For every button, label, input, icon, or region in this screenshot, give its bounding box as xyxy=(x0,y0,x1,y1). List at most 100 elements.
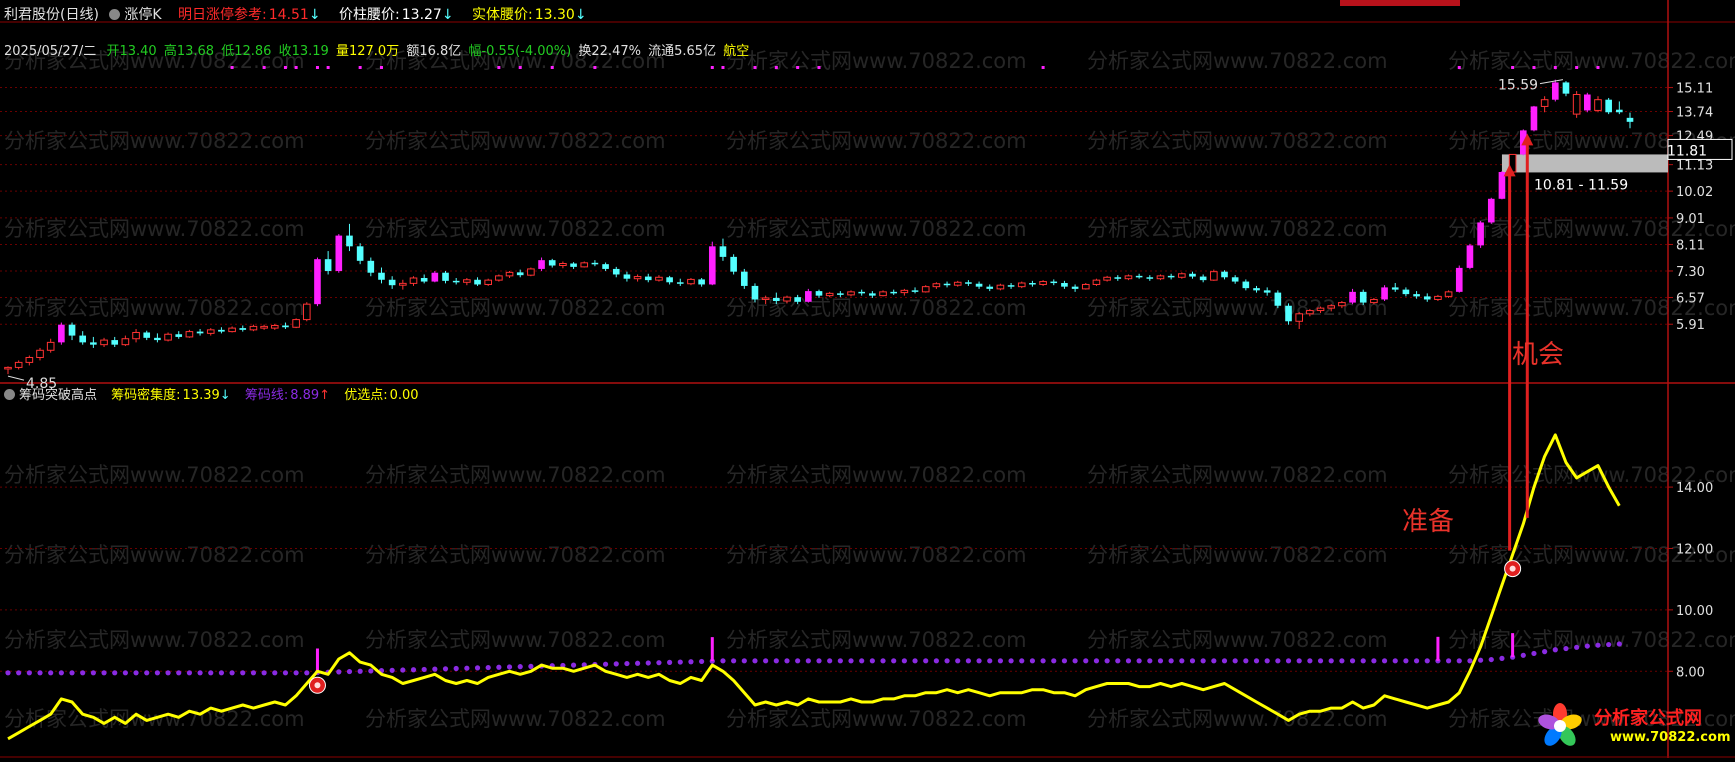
quote-info-bar: 2025/05/27/二 开13.40 高13.68 低12.86 收13.19… xyxy=(4,40,752,59)
chip-line-dot xyxy=(1147,658,1153,664)
candle-body xyxy=(1189,273,1196,277)
candle-body xyxy=(1306,310,1314,315)
chip-line-dot xyxy=(1552,647,1558,653)
chip-line-dot xyxy=(1072,658,1078,664)
candle-body xyxy=(1285,305,1292,322)
candle-body xyxy=(58,324,65,343)
signal-dot xyxy=(1511,66,1515,69)
watermark-text: 分析家公式网www.70822.com xyxy=(365,463,666,487)
watermark-text: 分析家公式网www.70822.com xyxy=(365,129,666,153)
price-tick-label: 11.13 xyxy=(1676,159,1713,174)
candle-body xyxy=(452,280,460,283)
chip-line-dot xyxy=(848,658,854,664)
chip-line-dot xyxy=(48,670,54,676)
candle-body xyxy=(858,291,865,294)
watermark-text: 分析家公式网www.70822.com xyxy=(726,49,1027,73)
candle-body xyxy=(1253,288,1260,291)
chart-canvas: 分析家公式网www.70822.com 分析家公式网www.70822.com 分析… xyxy=(0,0,1735,758)
amount-value: 16.8亿 xyxy=(419,44,462,59)
candle-body xyxy=(282,325,289,328)
candle-body xyxy=(378,272,385,280)
chip-line-dot xyxy=(432,666,438,672)
watermark-text: 分析家公式网www.70822.com xyxy=(365,296,666,320)
chip-line-dot xyxy=(1456,658,1462,664)
signal-dot xyxy=(721,66,725,69)
change-value: -0.55(-4.00%) xyxy=(481,44,572,59)
high-label: 高 xyxy=(163,44,177,59)
chip-line-dot xyxy=(186,670,193,676)
candle-body xyxy=(25,356,34,363)
candle-body xyxy=(420,277,428,282)
window-close-strip[interactable] xyxy=(1340,0,1460,6)
candle-body xyxy=(324,259,332,271)
signal-dot xyxy=(1553,66,1557,69)
formula-selector[interactable]: 涨停K xyxy=(109,7,167,23)
chip-line-dot xyxy=(368,668,374,674)
chip-line-dot xyxy=(1051,658,1057,664)
candle-body xyxy=(68,324,76,336)
dropdown-circle-icon[interactable] xyxy=(4,389,15,400)
chip-line-dot xyxy=(869,658,875,664)
signal-marker-core xyxy=(314,682,321,689)
chip-line-dot xyxy=(901,658,907,664)
candle-body xyxy=(1530,106,1538,131)
candle-body xyxy=(1466,245,1474,268)
watermark-text: 分析家公式网www.70822.com xyxy=(726,628,1027,652)
indicator-selector[interactable]: 筹码突破高点 xyxy=(4,388,102,403)
candle-body xyxy=(1178,273,1186,278)
chip-line-dot xyxy=(122,670,128,676)
watermark-text: 分析家公式网www.70822.com xyxy=(726,217,1027,241)
candle-body xyxy=(1605,99,1612,113)
signal-dot xyxy=(710,66,714,69)
candle-body xyxy=(1338,302,1346,307)
chip-line-dot xyxy=(688,659,694,665)
candle-body xyxy=(1594,99,1602,111)
dropdown-circle-icon[interactable] xyxy=(109,9,121,20)
chip-line-dot xyxy=(1339,658,1345,664)
chip-line-dot xyxy=(1093,658,1100,664)
candle-body xyxy=(1167,275,1175,278)
chip-line-dot xyxy=(293,670,299,676)
chip-line-dot xyxy=(741,658,747,664)
chip-line-dot xyxy=(26,670,32,676)
chip-line-dot xyxy=(912,658,918,664)
candle-body xyxy=(1050,281,1058,284)
signal-dot xyxy=(1041,66,1045,69)
candle-body xyxy=(698,279,705,285)
chip-line-dot xyxy=(987,658,993,664)
candle-body xyxy=(121,338,130,346)
candle-body xyxy=(890,291,898,294)
candle-body xyxy=(837,293,844,295)
chip-line-dot xyxy=(1115,658,1121,664)
body-value: 13.30 xyxy=(534,7,575,23)
candle-body xyxy=(1316,307,1325,312)
candle-body xyxy=(666,277,673,283)
candle-body xyxy=(996,284,1005,290)
stock-name[interactable]: 利君股份(日线) xyxy=(4,7,99,23)
candle-body xyxy=(111,340,119,345)
chip-line-dot xyxy=(859,658,865,664)
chip-line-dot xyxy=(1403,658,1409,664)
candle-body xyxy=(730,256,737,272)
candle-body xyxy=(1156,275,1165,280)
site-logo: 分析家公式网 www.70822.com xyxy=(1532,698,1732,754)
candle-body xyxy=(965,282,972,284)
chart-stage: 分析家公式网www.70822.com 分析家公式网www.70822.com 分析… xyxy=(0,0,1735,758)
candle-body xyxy=(409,277,418,284)
signal-dot xyxy=(1532,66,1536,69)
open-value: 13.40 xyxy=(119,44,157,59)
chip-line-dot xyxy=(1531,650,1537,657)
candle-body xyxy=(719,246,727,257)
signal-dot xyxy=(550,66,554,69)
signal-dot xyxy=(796,66,800,69)
candle-body xyxy=(1071,286,1079,289)
chip-line-dot xyxy=(1285,658,1292,664)
chip-line-dot xyxy=(1253,658,1260,664)
close-value: 13.19 xyxy=(291,44,329,59)
change-label: 幅 xyxy=(468,44,482,59)
turnover-label: 换 xyxy=(578,44,592,59)
chip-line-dot xyxy=(976,658,982,664)
chip-line-dot xyxy=(1296,658,1302,664)
sector-tag[interactable]: 航空 xyxy=(723,44,749,59)
watermark-text: 分析家公式网www.70822.com xyxy=(1087,129,1388,153)
